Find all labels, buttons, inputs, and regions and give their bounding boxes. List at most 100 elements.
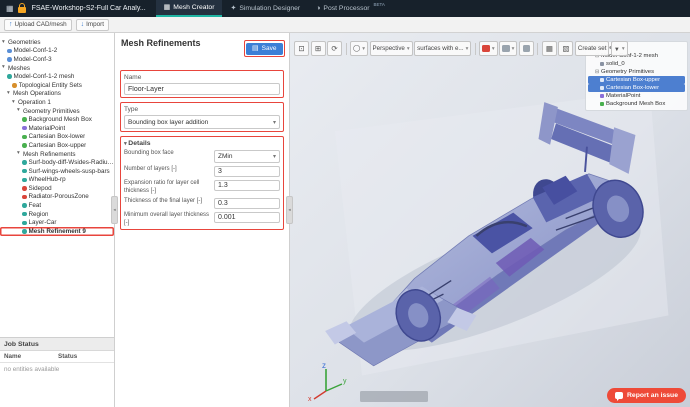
item-type-icon <box>22 195 27 200</box>
tree-item[interactable]: Geometry Primitives <box>0 107 114 116</box>
tree-item-label: Model-Conf-3 <box>14 56 52 63</box>
axis-z-label: z <box>322 361 326 370</box>
scene-tree-item[interactable]: Cartesian Box-upper <box>588 76 685 84</box>
job-status-columns: Name Status <box>0 351 114 363</box>
tree-item[interactable]: Cartesian Box-upper <box>0 141 114 150</box>
bbox-face-select[interactable]: ZMin <box>214 150 280 163</box>
tree-item[interactable]: WheelHub-rp <box>0 176 114 185</box>
import-button[interactable]: Import <box>76 19 109 31</box>
tree-item-label: Region <box>29 211 49 218</box>
app-window: FSAE-Workshop-S2-Full Car Analy... Mesh … <box>0 0 690 407</box>
name-field-group: Name <box>120 70 284 98</box>
scene-item-icon <box>600 86 604 90</box>
render-mode-dropdown[interactable] <box>350 41 368 56</box>
layers-input[interactable] <box>214 166 280 177</box>
form-panel-collapse-handle[interactable] <box>286 196 293 224</box>
scene-tree-item[interactable]: Background Mesh Box <box>588 100 685 108</box>
tab-icon <box>316 5 320 12</box>
beta-badge: BETA <box>374 2 385 7</box>
show-mesh-alt-button[interactable] <box>558 41 573 56</box>
tree-item[interactable]: MaterialPoint <box>0 124 114 133</box>
type-select[interactable]: Bounding box layer addition <box>124 115 280 129</box>
surface-display-dropdown[interactable]: surfaces with e... <box>414 41 471 56</box>
scene-item-label: MaterialPoint <box>606 93 640 99</box>
tree-item[interactable]: Feat <box>0 201 114 210</box>
tree-item[interactable]: Model-Conf-1-2 <box>0 47 114 56</box>
min-thickness-input[interactable] <box>214 212 280 223</box>
save-highlight-box: Save <box>244 40 285 57</box>
upload-cad-button[interactable]: Upload CAD/mesh <box>4 19 72 31</box>
scene-tree-item[interactable]: Geometry Primitives <box>588 68 685 76</box>
report-issue-button[interactable]: Report an issue <box>607 388 686 403</box>
type-field-group: Type Bounding box layer addition <box>120 102 284 132</box>
upload-icon <box>9 21 13 28</box>
tree-item-label: Topological Entity Sets <box>19 82 82 89</box>
tab-icon <box>164 4 171 11</box>
tab-icon <box>230 5 236 12</box>
main-tab[interactable]: Post Processor BETA <box>308 0 393 17</box>
surface-display-value: surfaces with e... <box>417 45 463 52</box>
tree-item[interactable]: Cartesian Box-lower <box>0 133 114 142</box>
toolbar-separator <box>537 43 538 55</box>
action-bar: Upload CAD/mesh Import <box>0 17 690 33</box>
expansion-input[interactable] <box>214 180 280 191</box>
zoom-window-button[interactable] <box>294 41 309 56</box>
tree-item[interactable]: Model-Conf-1-2 mesh <box>0 72 114 81</box>
tree-item[interactable]: Radiator-PorousZone <box>0 193 114 202</box>
details-header[interactable]: Details <box>124 140 280 147</box>
reset-view-button[interactable] <box>327 41 342 56</box>
tree-item[interactable]: Operation 1 <box>0 98 114 107</box>
tree-item[interactable]: Surf-body-diff-Wsides-Radiusg <box>0 158 114 167</box>
tree-item-label: Sidepod <box>29 185 52 192</box>
tree-item[interactable]: Mesh Refinements <box>0 150 114 159</box>
filter-button[interactable] <box>611 41 628 56</box>
sidebar-collapse-handle[interactable] <box>111 196 118 224</box>
tree-item-label: Cartesian Box-upper <box>29 142 87 149</box>
tree-item[interactable]: Mesh Refinement 9 <box>0 227 114 236</box>
tree-item[interactable]: Region <box>0 210 114 219</box>
scene-tree-item[interactable]: Cartesian Box-lower <box>588 84 685 92</box>
projection-dropdown[interactable]: Perspective <box>370 41 413 56</box>
tree-item[interactable]: Geometries <box>0 38 114 47</box>
axis-y-label: y <box>343 378 347 385</box>
name-input[interactable] <box>124 83 280 95</box>
main-tab[interactable]: Mesh Creator <box>156 0 223 17</box>
tree-item[interactable]: Model-Conf-3 <box>0 55 114 64</box>
fsae-car-model[interactable] <box>305 73 675 393</box>
tree-item[interactable]: Mesh Operations <box>0 90 114 99</box>
save-button-label: Save <box>262 45 277 52</box>
save-button[interactable]: Save <box>246 43 282 55</box>
red-color-icon <box>482 45 490 53</box>
tree-item-label: Geometry Primitives <box>23 108 80 115</box>
cube-icon <box>546 45 553 53</box>
toolbar-separator <box>475 43 476 55</box>
secondary-color-button[interactable] <box>499 41 517 56</box>
tree-item[interactable]: Layer-Car <box>0 218 114 227</box>
scene-tree-item[interactable]: solid_0 <box>588 60 685 68</box>
tree-item-label: Feat <box>29 202 42 209</box>
create-set-button[interactable]: Create set <box>575 41 610 56</box>
tree-item-label: Cartesian Box-lower <box>29 133 86 140</box>
highlight-color-button[interactable] <box>479 41 497 56</box>
tree-item[interactable]: Background Mesh Box <box>0 115 114 124</box>
final-thickness-input[interactable] <box>214 198 280 209</box>
tree-item[interactable]: Topological Entity Sets <box>0 81 114 90</box>
funnel-icon <box>614 45 620 53</box>
viewport-hint-box <box>360 391 428 402</box>
item-type-icon <box>22 126 27 131</box>
axis-x-label: x <box>308 396 312 403</box>
scene-item-label: solid_0 <box>606 61 625 67</box>
fit-view-button[interactable] <box>311 41 326 56</box>
cube-alt-icon <box>562 45 569 53</box>
tertiary-color-button[interactable] <box>519 41 534 56</box>
scene-tree-item[interactable]: MaterialPoint <box>588 92 685 100</box>
show-mesh-button[interactable] <box>542 41 557 56</box>
tree-item[interactable]: Meshes <box>0 64 114 73</box>
viewport-3d[interactable]: Perspective surfaces with e... Create se… <box>290 33 690 407</box>
item-type-icon <box>12 83 17 88</box>
scene-item-icon <box>600 94 604 98</box>
apps-grid-icon[interactable] <box>6 5 14 13</box>
main-tab[interactable]: Simulation Designer <box>222 0 308 17</box>
tree-item[interactable]: Surf-wings-wheels-susp-bars <box>0 167 114 176</box>
tree-item[interactable]: Sidepod <box>0 184 114 193</box>
